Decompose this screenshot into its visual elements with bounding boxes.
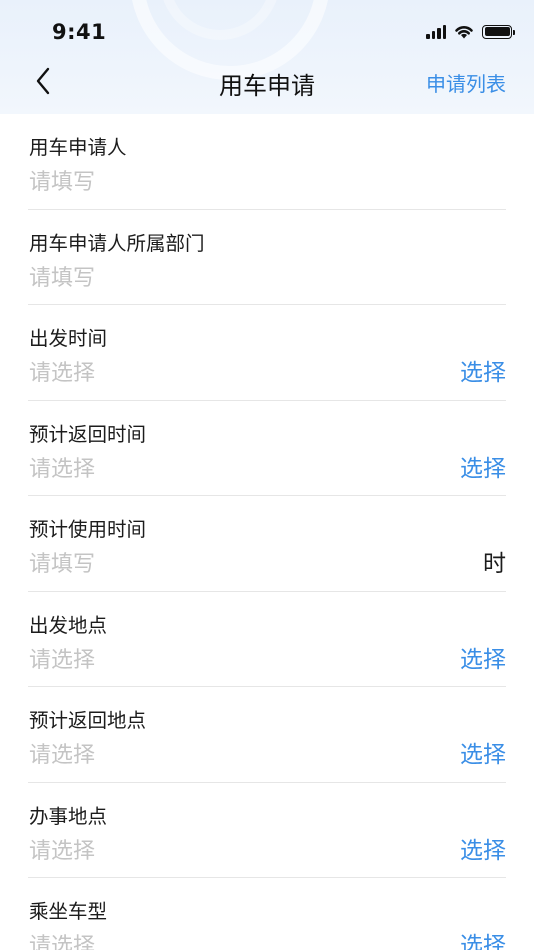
form-row-return-time: 预计返回时间 请选择 选择 — [28, 401, 506, 496]
departure-time-field[interactable]: 请选择 — [29, 355, 95, 387]
select-return-time-button[interactable]: 选择 — [460, 449, 506, 483]
usage-duration-input[interactable]: 请填写 — [29, 546, 95, 578]
form-row-departure-time: 出发时间 请选择 选择 — [28, 305, 506, 401]
field-label: 办事地点 — [29, 804, 108, 828]
nav-bar: 用车申请 申请列表 — [0, 56, 534, 106]
business-place-field[interactable]: 请选择 — [29, 833, 95, 865]
select-departure-place-button[interactable]: 选择 — [460, 640, 506, 674]
vehicle-request-form: 用车申请人 请填写 用车申请人所属部门 请填写 出发时间 请选择 选择 预计返回… — [0, 114, 534, 950]
field-label: 出发地点 — [29, 613, 108, 637]
field-label: 预计返回地点 — [29, 709, 147, 732]
form-row-usage-duration: 预计使用时间 请填写 时 — [28, 496, 506, 592]
return-time-field[interactable]: 请选择 — [29, 451, 95, 483]
form-row-return-place: 预计返回地点 请选择 选择 — [28, 687, 506, 783]
return-place-field[interactable]: 请选择 — [29, 737, 95, 769]
form-row-department: 用车申请人所属部门 请填写 — [28, 210, 506, 305]
select-return-place-button[interactable]: 选择 — [460, 735, 506, 769]
form-row-applicant: 用车申请人 请填写 — [28, 114, 506, 210]
status-bar: 9:41 — [0, 0, 534, 60]
department-input[interactable]: 请填写 — [29, 260, 95, 292]
select-business-place-button[interactable]: 选择 — [460, 831, 506, 865]
select-vehicle-type-button[interactable]: 选择 — [460, 926, 506, 950]
hours-unit-label: 时 — [483, 551, 506, 577]
status-icons — [426, 24, 515, 39]
form-row-vehicle-type: 乘坐车型 请选择 选择 — [28, 878, 506, 950]
battery-icon — [482, 24, 515, 39]
field-label: 用车申请人 — [29, 136, 127, 159]
application-list-link[interactable]: 申请列表 — [426, 68, 506, 97]
field-label: 预计返回时间 — [29, 422, 147, 446]
vehicle-type-field[interactable]: 请选择 — [29, 928, 95, 950]
status-time: 9:41 — [52, 20, 107, 44]
field-label: 出发时间 — [29, 327, 108, 350]
cellular-signal-icon — [426, 24, 446, 39]
applicant-input[interactable]: 请填写 — [29, 164, 95, 196]
field-label: 预计使用时间 — [29, 518, 147, 541]
wifi-icon — [455, 26, 473, 39]
form-row-business-place: 办事地点 请选择 选择 — [28, 783, 506, 878]
form-row-departure-place: 出发地点 请选择 选择 — [28, 592, 506, 687]
select-departure-time-button[interactable]: 选择 — [460, 353, 506, 387]
field-label: 用车申请人所属部门 — [29, 231, 205, 255]
departure-place-field[interactable]: 请选择 — [29, 642, 95, 674]
header: 9:41 用车申请 申请列表 — [0, 0, 534, 114]
field-label: 乘坐车型 — [29, 900, 108, 923]
